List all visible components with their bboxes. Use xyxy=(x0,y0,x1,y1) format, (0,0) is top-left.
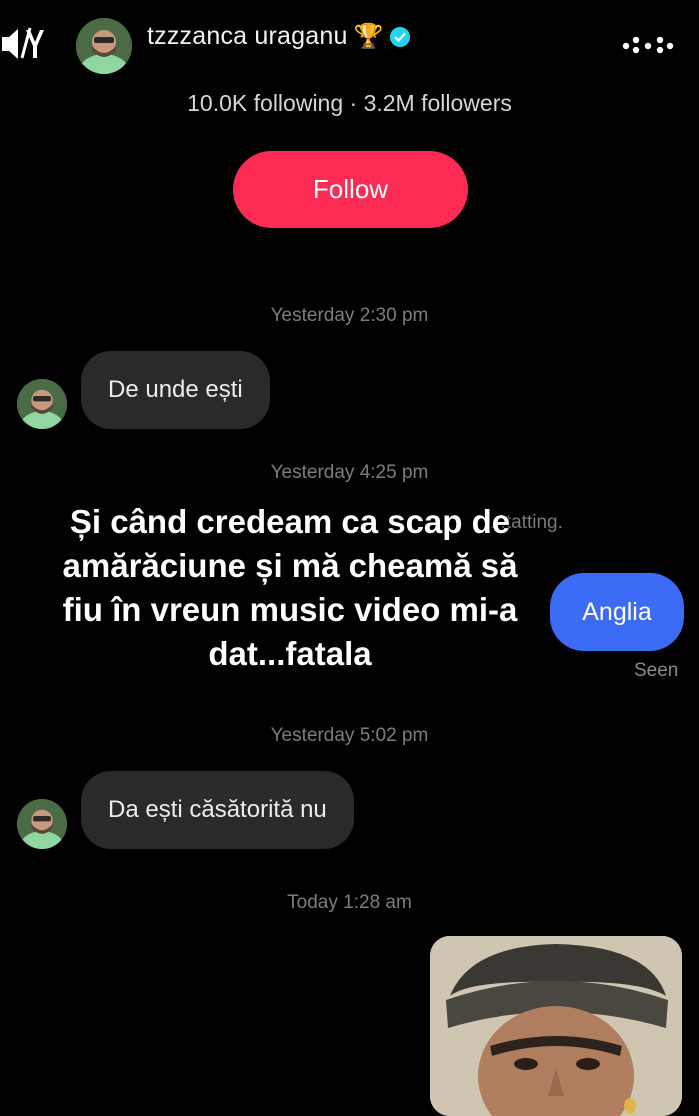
sender-avatar[interactable] xyxy=(17,379,67,429)
username-text: tzzzanca uraganu xyxy=(147,22,348,50)
caption-line: fiu în vreun music video mi-a xyxy=(62,591,518,628)
follow-button[interactable]: Follow xyxy=(233,151,468,228)
timestamp: Yesterday 5:02 pm xyxy=(270,725,429,746)
incoming-message[interactable]: Da ești căsătorită nu xyxy=(81,771,354,849)
mute-icon[interactable] xyxy=(0,22,48,66)
timestamp: Today 1:28 am xyxy=(287,892,412,913)
more-icon[interactable] xyxy=(620,30,676,54)
sender-avatar[interactable] xyxy=(17,799,67,849)
outgoing-gif[interactable] xyxy=(430,936,682,1116)
caption-line: dat...fatala xyxy=(208,635,372,672)
timestamp: Yesterday 4:25 pm xyxy=(270,462,429,483)
profile-stats: 10.0K following · 3.2M followers xyxy=(187,90,512,116)
caption-line: amărăciune și mă cheamă să xyxy=(62,547,518,584)
seen-status: Seen xyxy=(634,660,679,681)
profile-username[interactable]: tzzzanca uraganu 🏆 xyxy=(147,22,410,51)
profile-avatar[interactable] xyxy=(76,18,132,74)
caption-line: Și când credeam ca scap de xyxy=(69,503,511,540)
overlay-caption: Și când credeam ca scap de amărăciune și… xyxy=(20,500,560,676)
outgoing-message[interactable]: Anglia xyxy=(550,573,684,651)
incoming-message[interactable]: De unde ești xyxy=(81,351,270,429)
verified-badge-icon xyxy=(389,26,410,47)
trophy-icon: 🏆 xyxy=(353,22,384,50)
timestamp: Yesterday 2:30 pm xyxy=(270,305,429,326)
gif-image xyxy=(430,936,682,1116)
